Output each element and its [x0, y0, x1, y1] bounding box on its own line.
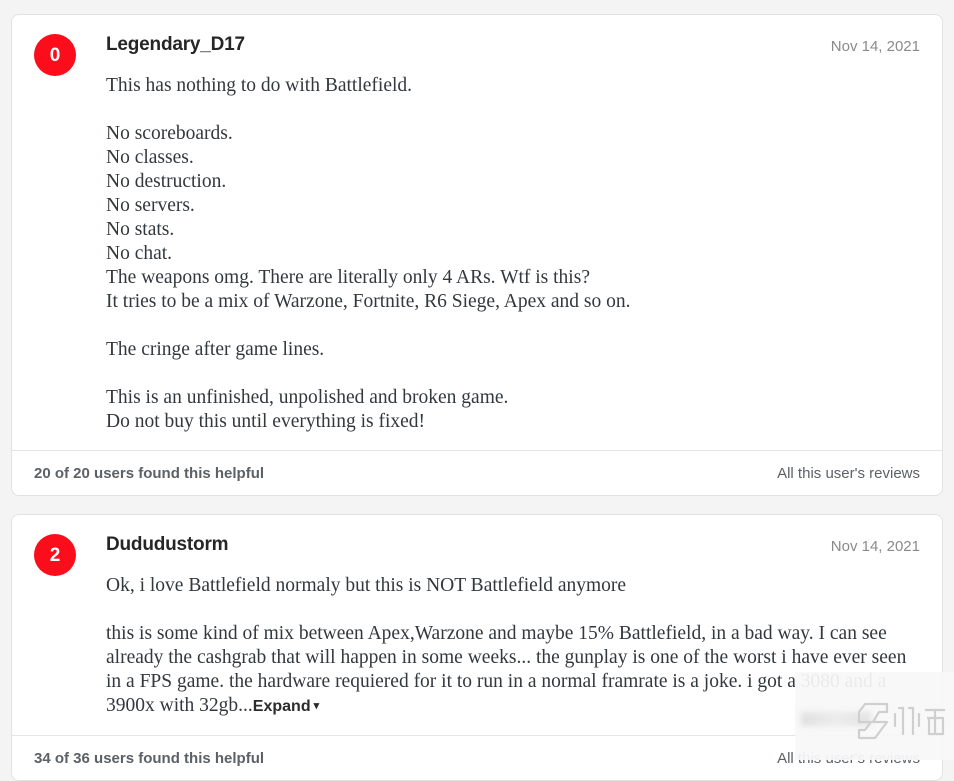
score-badge: 0 [34, 34, 76, 76]
review-content: 0 Legendary_D17 Nov 14, 2021 This has no… [12, 15, 942, 450]
review-body: Ok, i love Battlefield normaly but this … [106, 574, 920, 719]
review-author-block: Legendary_D17 [106, 33, 920, 57]
review-body: This has nothing to do with Battlefield.… [106, 75, 631, 432]
review-footer: 34 of 36 users found this helpful All th… [12, 735, 942, 780]
score-badge: 2 [34, 534, 76, 576]
review-content: 2 Dududustorm Nov 14, 2021 Ok, i love Ba… [12, 515, 942, 735]
all-user-reviews-link[interactable]: All this user's reviews [777, 465, 920, 482]
helpful-count: 20 of 20 users found this helpful [34, 465, 265, 482]
review-date: Nov 14, 2021 [830, 38, 920, 55]
expand-label: Expand [252, 698, 311, 715]
chevron-down-icon: ▾ [313, 700, 320, 712]
review-author-block: Dududustorm [106, 533, 920, 557]
all-user-reviews-link[interactable]: All this user's reviews [777, 750, 920, 767]
review-card: 2 Dududustorm Nov 14, 2021 Ok, i love Ba… [11, 514, 943, 781]
expand-button[interactable]: Expand ▾ [253, 698, 319, 715]
review-header: 0 Legendary_D17 Nov 14, 2021 [34, 33, 920, 76]
review-body-text: Ok, i love Battlefield normaly but this … [106, 575, 907, 716]
helpful-count: 34 of 36 users found this helpful [34, 750, 265, 767]
review-footer: 20 of 20 users found this helpful All th… [12, 450, 942, 495]
review-username[interactable]: Dududustorm [106, 533, 920, 557]
review-date: Nov 14, 2021 [830, 538, 920, 555]
review-header: 2 Dududustorm Nov 14, 2021 [34, 533, 920, 576]
review-card: 0 Legendary_D17 Nov 14, 2021 This has no… [11, 14, 943, 496]
reviews-list: 0 Legendary_D17 Nov 14, 2021 This has no… [0, 0, 954, 781]
review-username[interactable]: Legendary_D17 [106, 33, 920, 57]
